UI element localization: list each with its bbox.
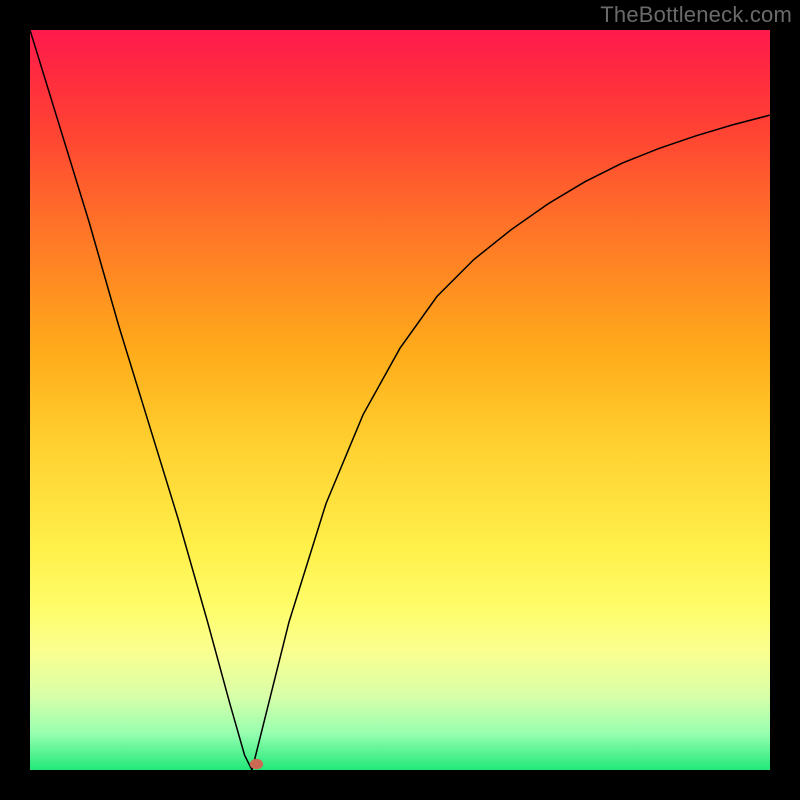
plot-area xyxy=(30,30,770,770)
curve-right-branch xyxy=(252,115,770,770)
chart-svg xyxy=(30,30,770,770)
curve-left-branch xyxy=(30,30,252,770)
marker-dot xyxy=(250,759,263,769)
watermark-text: TheBottleneck.com xyxy=(600,2,792,28)
chart-frame: TheBottleneck.com xyxy=(0,0,800,800)
